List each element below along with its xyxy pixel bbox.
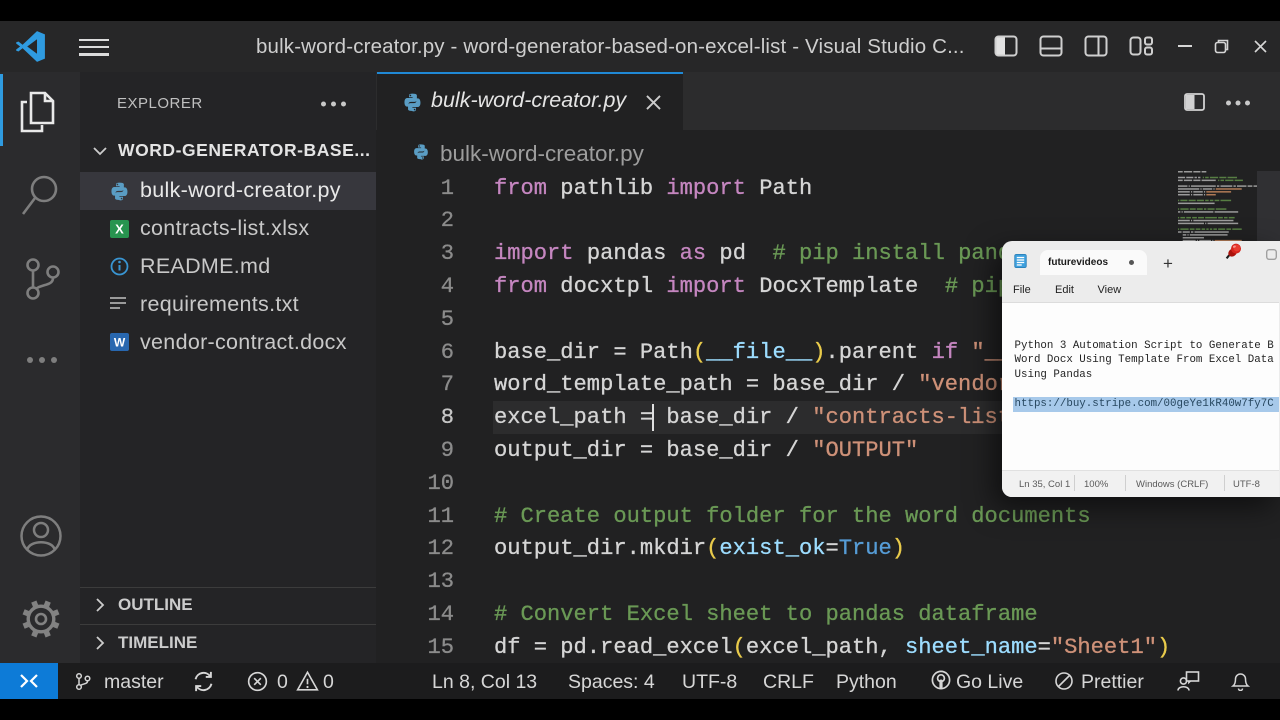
svg-text:X: X (115, 222, 124, 237)
svg-text:W: W (114, 336, 126, 350)
